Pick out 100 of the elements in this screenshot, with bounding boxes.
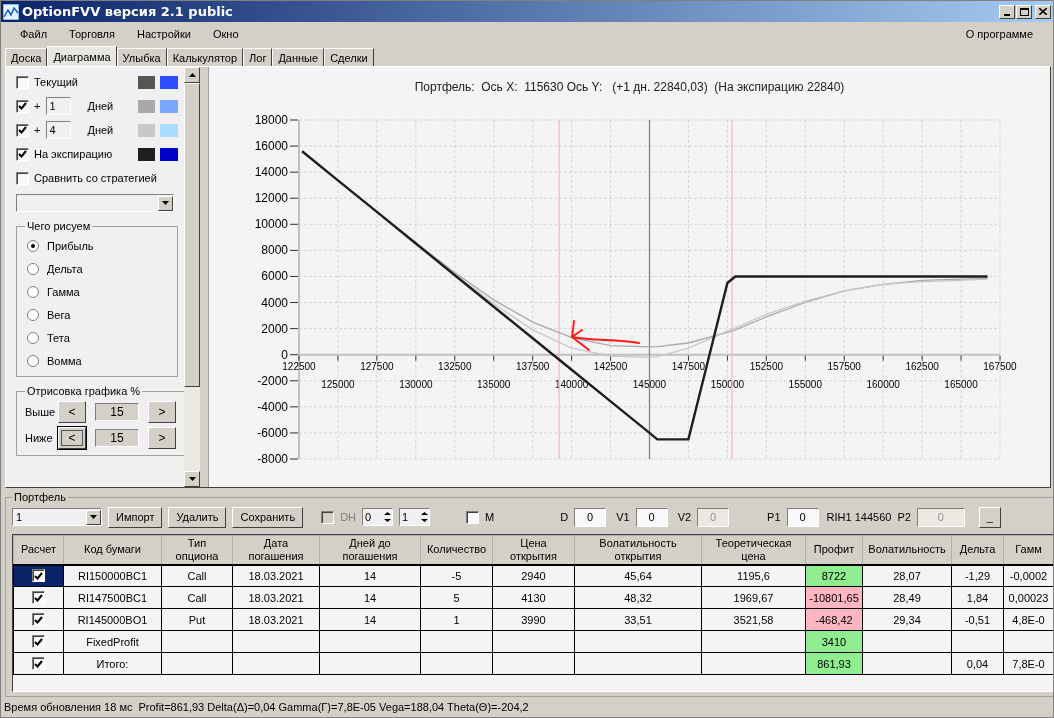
spinner-arrows-icon[interactable] <box>383 510 393 524</box>
x-tick-label: 155000 <box>788 378 822 390</box>
column-header[interactable]: Дата погашения <box>232 535 320 565</box>
radio-button[interactable] <box>27 262 39 275</box>
tab[interactable]: Сделки <box>324 48 374 66</box>
color-swatch[interactable] <box>160 99 178 113</box>
color-swatch[interactable] <box>137 75 156 89</box>
selection-cell[interactable] <box>13 564 64 587</box>
small-button[interactable]: _ <box>978 506 1001 528</box>
decrease-button[interactable]: < <box>58 427 86 449</box>
minimize-button[interactable] <box>999 4 1015 19</box>
input-field[interactable]: 0 <box>786 507 819 527</box>
x-tick-label: 150000 <box>710 378 744 390</box>
column-header[interactable]: Код бумаги <box>63 535 162 565</box>
menu-item[interactable]: Настройки <box>126 28 202 40</box>
color-swatch[interactable] <box>160 147 178 161</box>
x-tick-label: 135000 <box>476 378 510 390</box>
column-header[interactable]: Расчет <box>13 535 64 565</box>
input-field[interactable]: 0 <box>574 507 607 527</box>
x-tick-label: 165000 <box>943 378 978 390</box>
checkbox[interactable] <box>32 569 45 583</box>
strategy-dropdown[interactable] <box>16 194 174 212</box>
increase-button[interactable]: > <box>148 427 176 449</box>
menu-item[interactable]: Файл <box>9 28 59 40</box>
input-field[interactable]: 0 <box>635 507 668 527</box>
days-field[interactable]: 1 <box>46 97 72 115</box>
spinner-field[interactable]: 1 <box>399 508 431 526</box>
y-tick-label: 16000 <box>254 139 288 154</box>
days-field[interactable]: 4 <box>46 121 72 139</box>
x-tick-label: 140000 <box>554 378 588 390</box>
tab[interactable]: Улыбка <box>116 48 167 66</box>
selection-cell[interactable] <box>13 586 64 609</box>
dh-label: DH <box>340 511 357 523</box>
radio-button[interactable] <box>27 354 39 367</box>
toolbar-button[interactable]: Сохранить <box>232 506 304 528</box>
tab[interactable]: Калькулятор <box>166 48 244 66</box>
spinner-arrows-icon[interactable] <box>420 510 430 524</box>
radio-button[interactable] <box>27 239 39 252</box>
spinner-field[interactable]: 0 <box>362 508 394 526</box>
field-label: P1 <box>767 511 781 523</box>
y-tick-label: 2000 <box>260 321 288 336</box>
portfolio-dropdown[interactable]: 1 <box>12 508 102 526</box>
field-label: V2 <box>677 511 692 523</box>
range-label: Ниже <box>25 432 54 444</box>
color-swatch[interactable] <box>160 123 178 137</box>
column-header[interactable]: Дельта <box>951 535 1004 565</box>
close-button[interactable] <box>1035 4 1051 19</box>
color-swatch[interactable] <box>137 123 156 137</box>
y-tick-label: -8000 <box>256 452 288 466</box>
checkbox[interactable] <box>16 123 29 137</box>
selection-cell[interactable] <box>13 652 64 675</box>
range-label: Выше <box>25 406 55 418</box>
radio-button[interactable] <box>27 285 39 298</box>
decrease-button[interactable]: < <box>58 401 86 423</box>
checkbox[interactable] <box>32 613 45 626</box>
x-tick-label: 167500 <box>982 360 1017 372</box>
radio-label: Дельта <box>47 262 83 275</box>
tab[interactable]: Лог <box>243 48 273 66</box>
checkbox[interactable] <box>16 171 29 185</box>
y-tick-label: 12000 <box>254 191 288 206</box>
group-title: Портфель <box>13 491 67 503</box>
menu-item[interactable]: О программе <box>965 28 1045 40</box>
column-header[interactable]: Теоретическая цена <box>701 535 806 565</box>
radio-button[interactable] <box>27 331 39 344</box>
column-header[interactable]: Волатильность открытия <box>574 535 702 565</box>
radio-label: Прибыль <box>47 239 94 252</box>
column-header[interactable]: Профит <box>805 535 863 565</box>
y-tick-label: 14000 <box>254 165 288 180</box>
column-header[interactable]: Гамм <box>1003 535 1053 565</box>
color-swatch[interactable] <box>137 99 156 113</box>
menu-item[interactable]: Торговля <box>58 28 126 40</box>
toolbar-button[interactable]: Импорт <box>108 506 163 528</box>
curve-label: На экспирацию <box>34 148 113 160</box>
maximize-button[interactable] <box>1016 4 1032 19</box>
column-header[interactable]: Цена открытия <box>492 535 575 565</box>
menu-item[interactable]: Окно <box>201 28 250 40</box>
column-header[interactable]: Количество <box>420 535 493 565</box>
scroll-thumb[interactable] <box>184 83 200 387</box>
increase-button[interactable]: > <box>148 401 176 423</box>
toolbar-button[interactable]: Удалить <box>168 506 227 528</box>
checkbox[interactable] <box>32 657 45 670</box>
checkbox[interactable] <box>16 99 29 113</box>
checkbox[interactable] <box>16 75 29 89</box>
tab[interactable]: Диаграмма <box>47 46 117 66</box>
scrollbar[interactable] <box>184 67 200 487</box>
x-tick-label: 162500 <box>904 360 939 372</box>
color-swatch[interactable] <box>137 147 156 161</box>
checkbox[interactable] <box>32 635 45 648</box>
radio-button[interactable] <box>27 308 39 321</box>
color-swatch[interactable] <box>160 75 178 89</box>
checkbox[interactable] <box>466 510 480 524</box>
checkbox[interactable] <box>32 591 45 604</box>
column-header[interactable]: Волатильность <box>862 535 952 565</box>
column-header[interactable]: Тип опциона <box>161 535 233 565</box>
selection-cell[interactable] <box>13 608 64 631</box>
column-header[interactable]: Дней до погашения <box>319 535 421 565</box>
tab[interactable]: Доска <box>5 48 48 66</box>
tab[interactable]: Данные <box>272 48 325 66</box>
selection-cell[interactable] <box>13 630 64 653</box>
checkbox[interactable] <box>16 147 29 161</box>
